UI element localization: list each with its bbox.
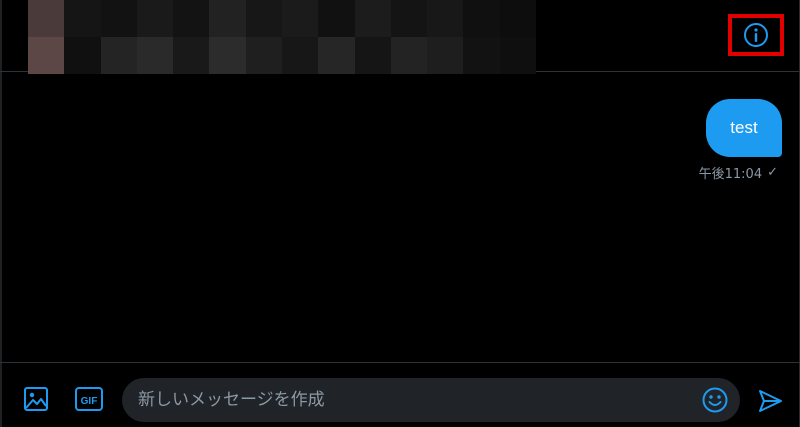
mosaic-cell bbox=[390, 0, 428, 37]
conversation-header bbox=[0, 0, 800, 74]
mosaic-cell bbox=[173, 37, 210, 74]
send-icon bbox=[759, 390, 782, 412]
message-composer: GIF bbox=[0, 362, 800, 427]
mosaic-cell bbox=[318, 0, 355, 37]
mosaic-cell bbox=[281, 37, 319, 74]
emoji-icon bbox=[702, 387, 728, 413]
mosaic-cell bbox=[173, 0, 210, 37]
image-icon bbox=[24, 387, 48, 411]
mosaic-cell bbox=[390, 37, 428, 74]
message-meta: 午後11:04 ✓ bbox=[699, 163, 778, 182]
conversation-info-button[interactable] bbox=[728, 14, 784, 56]
add-image-button[interactable] bbox=[20, 383, 52, 415]
mosaic-cell bbox=[427, 0, 464, 37]
mosaic-cell bbox=[136, 0, 174, 37]
message-timestamp: 午後11:04 bbox=[698, 167, 763, 182]
dm-conversation-window: test 午後11:04 ✓ GIF bbox=[0, 0, 800, 427]
mosaic-cell bbox=[209, 0, 246, 37]
mosaic-cell bbox=[245, 37, 282, 74]
mosaic-cell bbox=[28, 37, 65, 74]
mosaic-cell bbox=[64, 37, 101, 74]
mosaic-cell bbox=[100, 37, 137, 74]
message-list: test 午後11:04 ✓ bbox=[0, 73, 800, 362]
mosaic-cell bbox=[209, 37, 246, 74]
mosaic-cell bbox=[354, 37, 391, 74]
mosaic-cell bbox=[281, 0, 319, 37]
info-icon bbox=[744, 23, 768, 47]
sent-message-bubble[interactable]: test bbox=[706, 99, 782, 157]
mosaic-cell bbox=[64, 0, 101, 37]
emoji-button[interactable] bbox=[700, 385, 730, 415]
message-input-container bbox=[122, 378, 740, 422]
mosaic-cell bbox=[499, 37, 536, 74]
mosaic-cell bbox=[136, 37, 174, 74]
pixelated-profile-area bbox=[28, 0, 536, 74]
mosaic-cell bbox=[499, 0, 536, 37]
mosaic-cell bbox=[463, 0, 500, 37]
mosaic-cell bbox=[354, 0, 391, 37]
mosaic-cell bbox=[318, 37, 355, 74]
mosaic-cell bbox=[427, 37, 464, 74]
add-gif-button[interactable]: GIF bbox=[72, 385, 106, 413]
message-text: test bbox=[730, 118, 758, 137]
sent-check-icon: ✓ bbox=[767, 165, 778, 180]
gif-icon: GIF bbox=[75, 387, 103, 411]
mosaic-cell bbox=[28, 0, 65, 37]
send-button[interactable] bbox=[754, 385, 786, 417]
gif-label: GIF bbox=[81, 396, 98, 407]
mosaic-cell bbox=[463, 37, 500, 74]
mosaic-cell bbox=[100, 0, 137, 37]
mosaic-cell bbox=[245, 0, 282, 37]
message-input[interactable] bbox=[138, 378, 698, 422]
